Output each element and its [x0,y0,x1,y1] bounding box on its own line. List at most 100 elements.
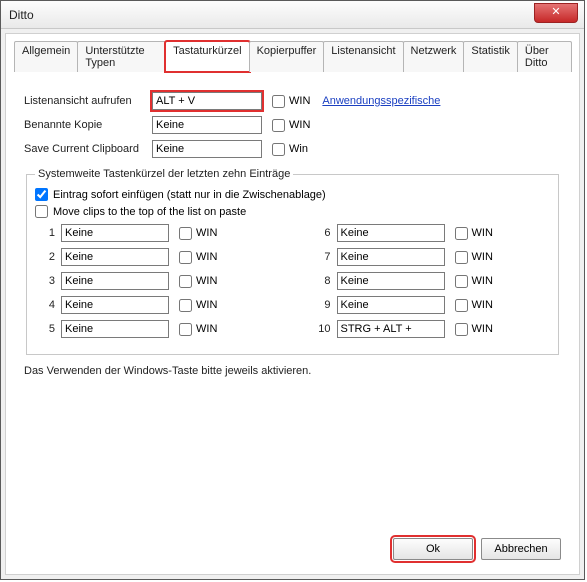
entry-row: 1 WIN [35,224,275,242]
entry-input[interactable] [337,320,445,338]
win-label: WIN [472,227,493,239]
win-checkbox[interactable] [272,143,285,156]
win-check-wrap: WIN [179,275,217,288]
tab-kopierpuffer[interactable]: Kopierpuffer [249,41,325,72]
entry-input[interactable] [337,296,445,314]
check-insert-immediately-row: Eintrag sofort einfügen (statt nur in di… [35,188,550,201]
win-checkbox[interactable] [179,323,192,336]
entry-row: 8WIN [311,272,551,290]
entry-number: 2 [35,251,55,263]
entry-row: 5 WIN [35,320,275,338]
group-last-ten: Systemweite Tastenkürzel der letzten zeh… [26,168,559,355]
check-insert-immediately[interactable] [35,188,48,201]
win-label: WIN [196,299,217,311]
win-check-wrap: WIN [272,119,310,132]
win-check-wrap: WIN [455,227,493,240]
tab-netzwerk[interactable]: Netzwerk [403,41,465,72]
shortcut-row: Save Current Clipboard Win [24,140,561,158]
tab-listenansicht[interactable]: Listenansicht [323,41,403,72]
win-label: WIN [472,251,493,263]
win-checkbox[interactable] [272,95,285,108]
footer-note: Das Verwenden der Windows-Taste bitte je… [24,365,561,377]
win-label: WIN [289,95,310,107]
entries-col-left: 1WIN2WIN3WIN4WIN5WIN [35,224,275,344]
win-check-wrap: WIN [179,323,217,336]
win-checkbox[interactable] [179,251,192,264]
close-icon: ✕ [551,6,560,18]
win-label: WIN [196,275,217,287]
win-label: WIN [472,323,493,335]
entry-input[interactable] [337,272,445,290]
entry-input[interactable] [61,248,169,266]
win-check-wrap: WIN [455,323,493,336]
win-checkbox[interactable] [455,275,468,288]
win-label: WIN [289,119,310,131]
client-area: AllgemeinUnterstützte TypenTastaturkürze… [5,33,580,575]
win-check-wrap: WIN [455,251,493,264]
tab-allgemein[interactable]: Allgemein [14,41,78,72]
entry-number: 1 [35,227,55,239]
entry-input[interactable] [61,272,169,290]
ok-button[interactable]: Ok [393,538,473,560]
win-checkbox[interactable] [455,227,468,240]
shortcut-input[interactable] [152,116,262,134]
check-move-to-top-row: Move clips to the top of the list on pas… [35,205,550,218]
app-specific-link[interactable]: Anwendungsspezifische [322,95,440,107]
entry-row: 2 WIN [35,248,275,266]
entry-input[interactable] [61,224,169,242]
entry-number: 7 [311,251,331,263]
tab-statistik[interactable]: Statistik [463,41,518,72]
shortcut-label: Save Current Clipboard [24,143,152,155]
entry-input[interactable] [61,320,169,338]
win-label: WIN [472,275,493,287]
shortcut-row: Benannte Kopie WIN [24,116,561,134]
win-label: WIN [196,251,217,263]
tab-strip: AllgemeinUnterstützte TypenTastaturkürze… [14,40,571,72]
shortcut-label: Benannte Kopie [24,119,152,131]
win-check-wrap: WIN [179,299,217,312]
win-check-wrap: WIN [272,95,310,108]
win-check-wrap: WIN [455,299,493,312]
shortcut-input[interactable] [152,92,262,110]
entry-number: 9 [311,299,331,311]
win-checkbox[interactable] [179,299,192,312]
check-insert-immediately-label: Eintrag sofort einfügen (statt nur in di… [53,189,326,201]
win-checkbox[interactable] [455,251,468,264]
entries-col-right: 6WIN7WIN8WIN9WIN10WIN [311,224,551,344]
win-checkbox[interactable] [455,299,468,312]
titlebar: Ditto ✕ [1,1,584,29]
entry-row: 10 WIN [311,320,551,338]
win-check-wrap: Win [272,143,308,156]
entry-number: 10 [311,323,331,335]
cancel-button[interactable]: Abbrechen [481,538,561,560]
win-checkbox[interactable] [272,119,285,132]
win-checkbox[interactable] [179,275,192,288]
tab-unterst-tzte-typen[interactable]: Unterstützte Typen [77,41,166,72]
dialog-buttons: Ok Abbrechen [14,532,571,566]
win-checkbox[interactable] [455,323,468,336]
entry-number: 5 [35,323,55,335]
tab--ber-ditto[interactable]: Über Ditto [517,41,572,72]
window-title: Ditto [9,8,34,22]
entry-input[interactable] [337,224,445,242]
tab-tastaturk-rzel[interactable]: Tastaturkürzel [165,41,249,72]
win-check-wrap: WIN [179,251,217,264]
entry-row: 7 WIN [311,248,551,266]
entry-input[interactable] [337,248,445,266]
dialog-window: Ditto ✕ AllgemeinUnterstützte TypenTasta… [0,0,585,580]
entry-row: 9 WIN [311,296,551,314]
shortcut-input[interactable] [152,140,262,158]
win-checkbox[interactable] [179,227,192,240]
entry-row: 6 WIN [311,224,551,242]
entry-number: 6 [311,227,331,239]
close-button[interactable]: ✕ [534,3,578,23]
entry-input[interactable] [61,296,169,314]
entry-number: 3 [35,275,55,287]
win-check-wrap: WIN [455,275,493,288]
entries-grid: 1WIN2WIN3WIN4WIN5WIN 6WIN7WIN8WIN9WIN10W… [35,224,550,344]
shortcut-label: Listenansicht aufrufen [24,95,152,107]
check-move-to-top[interactable] [35,205,48,218]
entry-row: 3 WIN [35,272,275,290]
win-label: WIN [196,227,217,239]
win-check-wrap: WIN [179,227,217,240]
